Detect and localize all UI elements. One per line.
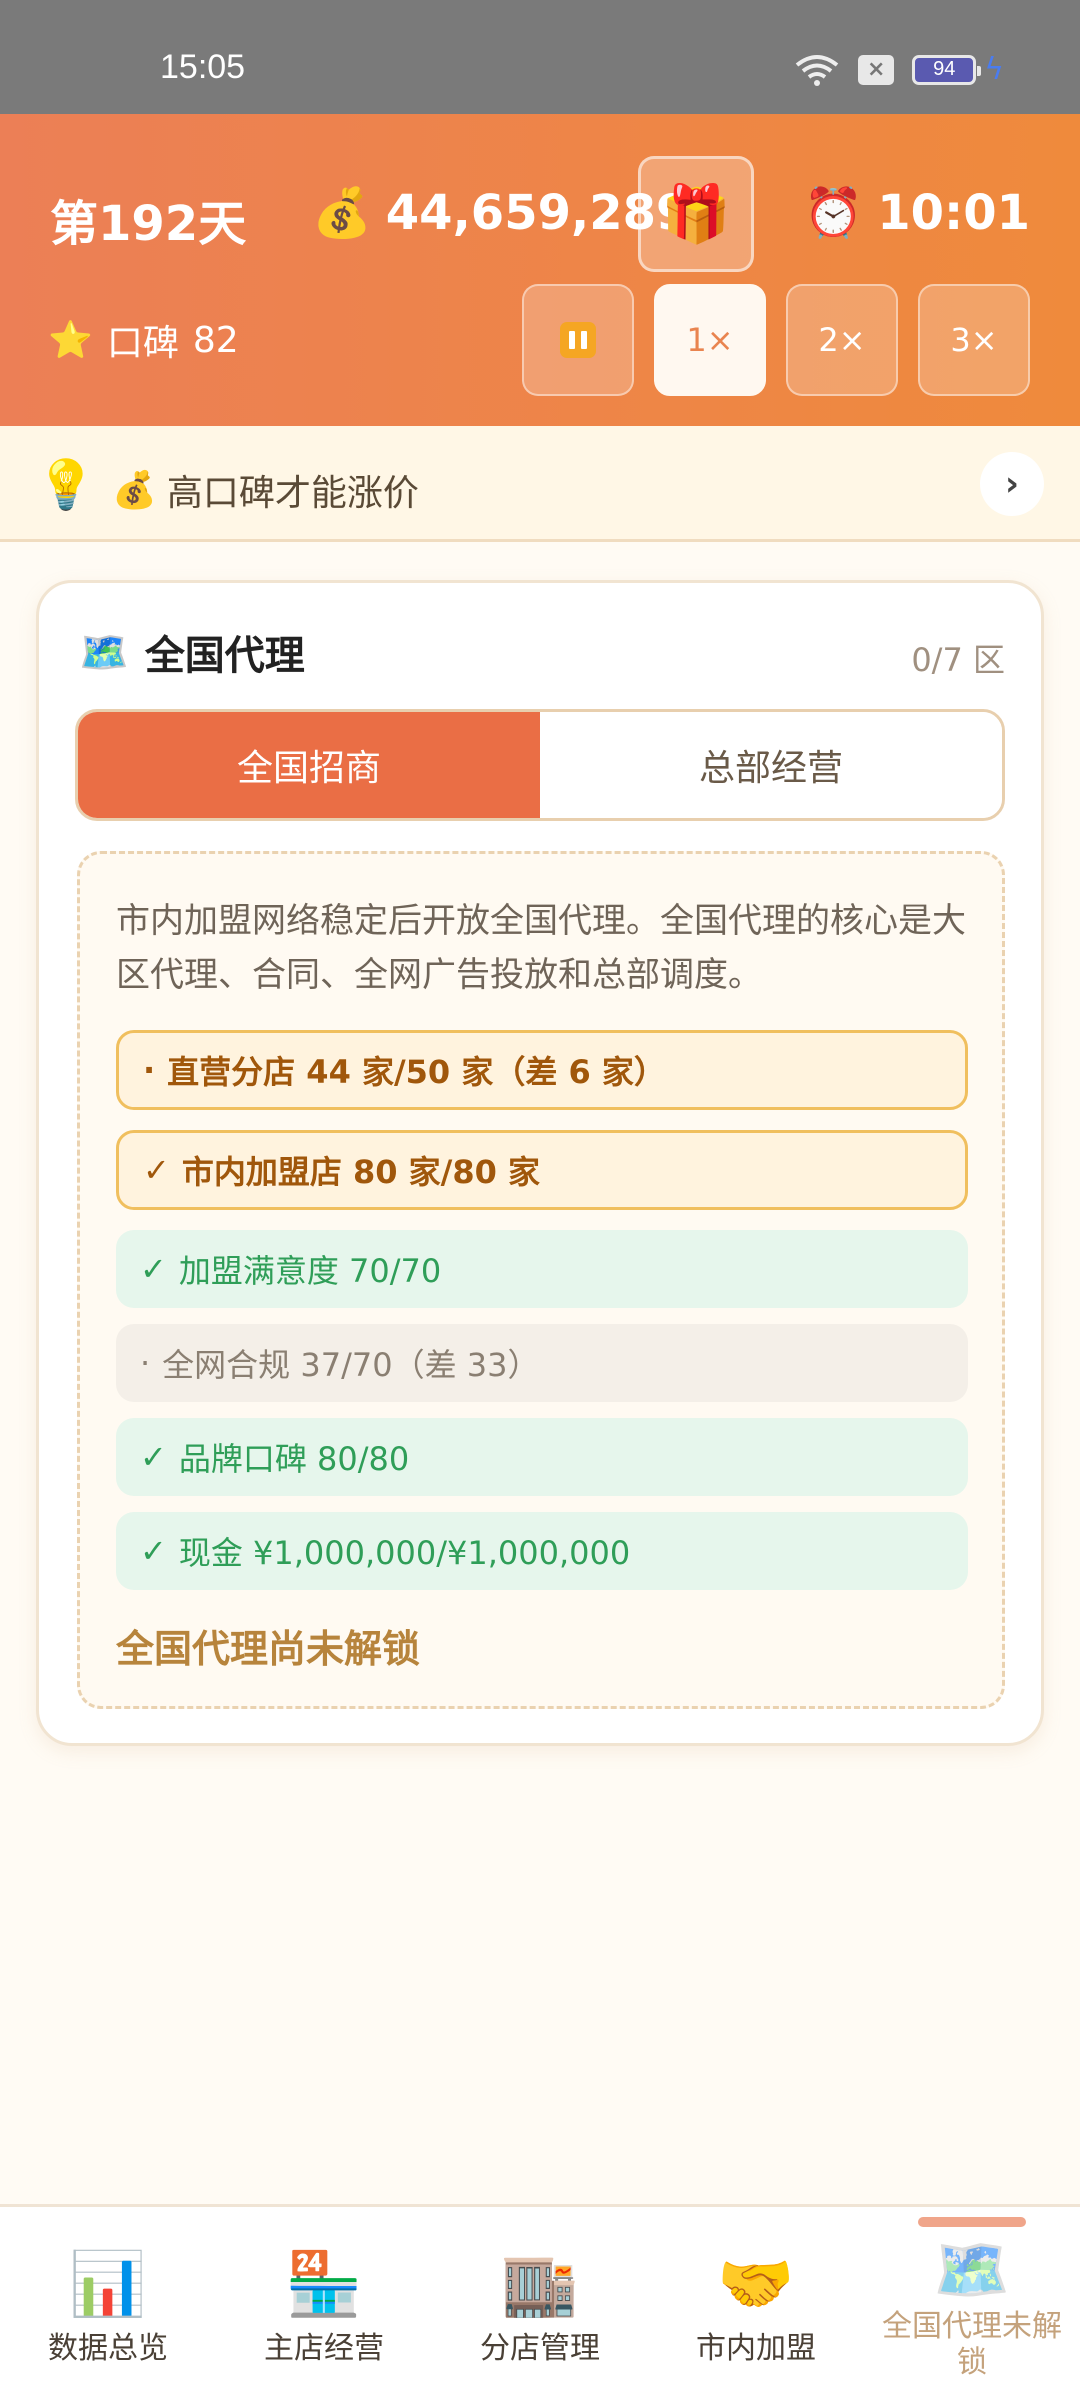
map-icon: 🗺️	[933, 2233, 1011, 2306]
bottom-nav: 📊 数据总览 🏪 主店经营 🏬 分店管理 🤝 市内加盟 🗺️ 全国代理未解锁	[0, 2204, 1080, 2400]
no-sim-icon: ×	[858, 54, 895, 85]
nav-item-franchise[interactable]: 🤝 市内加盟	[648, 2207, 864, 2400]
requirement-item: ✓ 品牌口碑 80/80	[116, 1418, 968, 1496]
star-icon: ⭐	[48, 320, 93, 361]
card-title-text: 全国代理	[144, 633, 305, 679]
status-time: 15:05	[160, 48, 246, 86]
gift-button[interactable]: 🎁	[638, 156, 754, 272]
requirement-text: 品牌口碑 80/80	[178, 1440, 410, 1478]
requirement-item: · 全网合规 37/70（差 33）	[116, 1324, 968, 1402]
requirement-item: · 直营分店 44 家/50 家（差 6 家）	[116, 1030, 968, 1110]
status-icons: × 94 ϟ	[794, 52, 1004, 87]
bar-chart-icon: 📊	[69, 2247, 147, 2320]
tip-message: 💰 高口碑才能涨价	[112, 464, 419, 516]
reputation-label: 口碑	[106, 323, 179, 364]
money-bag-icon: 💰	[312, 185, 372, 241]
status-bar: 15:05 × 94 ϟ	[0, 0, 1080, 114]
national-agency-card: 🗺️ 全国代理 0/7 区 全国招商 总部经营 市内加盟网络稳定后开放全国代理。…	[36, 580, 1044, 1746]
battery-icon: 94	[912, 54, 982, 85]
money-bag-icon: 💰	[112, 470, 157, 511]
speed-2x-button[interactable]: 2×	[786, 284, 898, 396]
gift-icon: 🎁	[661, 182, 731, 247]
check-icon: ✓	[140, 1250, 167, 1288]
tab-hq-operations[interactable]: 总部经营	[540, 712, 1002, 818]
requirement-text: 全网合规 37/70（差 33）	[162, 1346, 540, 1384]
speed-controls: 1× 2× 3×	[522, 284, 1030, 396]
day-counter: 第192天	[50, 196, 247, 252]
pause-icon	[560, 322, 596, 358]
map-icon: 🗺️	[79, 629, 129, 676]
requirement-item: ✓ 现金 ¥1,000,000/¥1,000,000	[116, 1512, 968, 1590]
requirement-item: ✓ 加盟满意度 70/70	[116, 1230, 968, 1308]
nav-item-main-store[interactable]: 🏪 主店经营	[216, 2207, 432, 2400]
wifi-icon	[795, 54, 839, 86]
region-count: 0/7 区	[911, 641, 1005, 679]
nav-item-branches[interactable]: 🏬 分店管理	[432, 2207, 648, 2400]
chevron-right-icon: ›	[1004, 464, 1019, 504]
nav-label: 市内加盟	[696, 2331, 816, 2366]
handshake-icon: 🤝	[717, 2247, 795, 2320]
check-icon: ✓	[140, 1438, 167, 1476]
card-title: 🗺️ 全国代理	[79, 623, 305, 681]
speed-1x-button[interactable]: 1×	[654, 284, 766, 396]
requirement-text: 直营分店 44 家/50 家（差 6 家）	[167, 1053, 666, 1091]
tab-national-recruit[interactable]: 全国招商	[78, 712, 540, 818]
requirement-text: 现金 ¥1,000,000/¥1,000,000	[178, 1534, 631, 1572]
game-clock: ⏰ 10:01	[803, 184, 1030, 242]
unlock-description: 市内加盟网络稳定后开放全国代理。全国代理的核心是大区代理、合同、全网广告投放和总…	[116, 901, 966, 995]
reputation-value: 82	[192, 319, 239, 361]
check-icon: ✓	[143, 1151, 170, 1189]
nav-label: 全国代理未解锁	[882, 2309, 1062, 2380]
segmented-tabs: 全国招商 总部经营	[75, 709, 1005, 821]
tip-text: 高口碑才能涨价	[166, 473, 419, 514]
locked-status: 全国代理尚未解锁	[116, 1627, 421, 1671]
requirement-text: 加盟满意度 70/70	[178, 1252, 442, 1290]
speed-3x-button[interactable]: 3×	[918, 284, 1030, 396]
pause-button[interactable]	[522, 284, 634, 396]
nav-item-overview[interactable]: 📊 数据总览	[0, 2207, 216, 2400]
bullet-icon: ·	[140, 1344, 151, 1382]
alarm-clock-icon: ⏰	[803, 185, 864, 241]
clock-time: 10:01	[877, 184, 1030, 241]
requirement-text: 市内加盟店 80 家/80 家	[181, 1153, 540, 1191]
nav-item-national-agency[interactable]: 🗺️ 全国代理未解锁	[864, 2207, 1080, 2400]
check-icon: ✓	[140, 1532, 167, 1570]
battery-level: 94	[933, 58, 956, 80]
nav-label: 分店管理	[480, 2331, 600, 2366]
money-display: 💰 44,659,289	[312, 184, 689, 242]
bullet-icon: ·	[143, 1051, 156, 1089]
unlock-panel: 市内加盟网络稳定后开放全国代理。全国代理的核心是大区代理、合同、全网广告投放和总…	[77, 851, 1005, 1709]
active-tab-indicator	[918, 2217, 1026, 2227]
reputation-display: ⭐ 口碑 82	[48, 314, 239, 366]
tip-next-button[interactable]: ›	[980, 452, 1044, 516]
requirement-item: ✓ 市内加盟店 80 家/80 家	[116, 1130, 968, 1210]
nav-label: 主店经营	[264, 2331, 384, 2366]
charging-icon: ϟ	[984, 52, 1004, 87]
game-header: 第192天 💰 44,659,289 🎁 ⏰ 10:01 ⭐ 口碑 82 1× …	[0, 114, 1080, 426]
building-icon: 🏬	[501, 2247, 579, 2320]
tip-bar[interactable]: 💡 💰 高口碑才能涨价 ›	[0, 426, 1080, 542]
lightbulb-icon: 💡	[36, 457, 96, 513]
nav-label: 数据总览	[48, 2331, 168, 2366]
store-icon: 🏪	[285, 2247, 363, 2320]
